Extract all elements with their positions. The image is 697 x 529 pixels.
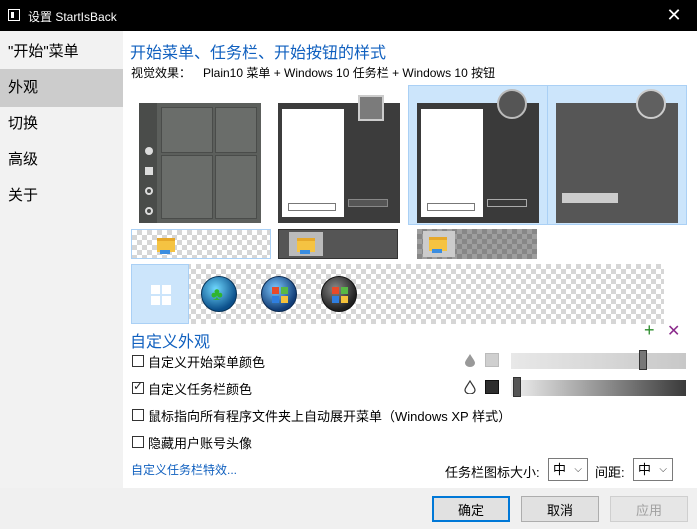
taskbar-style-dark[interactable] <box>278 229 398 259</box>
folder-icon <box>429 237 447 253</box>
gear-icon <box>145 187 153 195</box>
menu-style-windows7[interactable] <box>278 95 400 223</box>
option-label: 自定义任务栏颜色 <box>148 381 253 397</box>
folder-icon <box>157 238 175 254</box>
chevron-down-icon: ⌵ <box>574 464 582 475</box>
user-icon <box>636 89 666 119</box>
apply-button[interactable]: 应用 <box>610 496 688 522</box>
windows-logo-icon <box>151 285 171 305</box>
checkbox[interactable] <box>132 355 144 367</box>
title-bar: 设置 StartIsBack ✕ <box>0 0 697 31</box>
sidebar: "开始"菜单 外观 切换 高级 关于 <box>0 31 123 488</box>
start-button-styles: ♣ <box>131 264 664 324</box>
clover-icon: ♣ <box>211 284 223 304</box>
taskbar-style-glass[interactable] <box>417 229 537 259</box>
menu-style-plain10[interactable] <box>556 89 678 223</box>
menu-style-windows10[interactable] <box>139 103 261 223</box>
taskbar-effects-link[interactable]: 自定义任务栏特效... <box>131 461 237 478</box>
dialog-footer: 确定 取消 应用 <box>0 488 697 529</box>
windows-flag-icon <box>272 287 288 303</box>
taskbar-color-swatch[interactable] <box>485 380 499 394</box>
spacing-value: 中 <box>638 462 652 477</box>
sidebar-item-switching[interactable]: 切换 <box>0 105 123 143</box>
taskbar-style-transparent[interactable] <box>131 229 271 259</box>
plus-icon[interactable]: + <box>644 320 655 341</box>
power-icon <box>145 207 153 215</box>
start-button-windows7[interactable] <box>261 276 297 312</box>
window-icon <box>8 9 20 21</box>
icon-size-value: 中 <box>553 462 567 477</box>
sidebar-item-appearance[interactable]: 外观 <box>0 69 123 107</box>
slider-thumb[interactable] <box>513 377 521 397</box>
option-auto-expand-menu[interactable]: 鼠标指向所有程序文件夹上自动展开菜单（Windows XP 样式） <box>132 406 511 424</box>
user-icon <box>145 147 153 155</box>
ok-button[interactable]: 确定 <box>432 496 510 522</box>
visual-effect-label: 视觉效果： <box>131 66 192 80</box>
option-label: 自定义开始菜单颜色 <box>148 354 266 370</box>
custom-appearance-title: 自定义外观 <box>130 334 211 351</box>
user-icon <box>358 95 384 121</box>
icon-size-label: 任务栏图标大小: <box>445 465 540 480</box>
taskbar-opacity-slider[interactable] <box>511 377 686 397</box>
sidebar-item-advanced[interactable]: 高级 <box>0 141 123 179</box>
option-label: 隐藏用户账号头像 <box>148 435 253 451</box>
main-panel: 开始菜单、任务栏、开始按钮的样式 视觉效果： Plain10 菜单 + Wind… <box>123 31 697 488</box>
start-button-windows10[interactable] <box>131 264 189 324</box>
option-custom-taskbar-color[interactable]: 自定义任务栏颜色 <box>132 379 252 397</box>
checkbox[interactable] <box>132 409 144 421</box>
start-menu-opacity-slider[interactable] <box>511 350 686 370</box>
spacing-select[interactable]: 中 ⌵ <box>633 458 673 481</box>
icon-size-select[interactable]: 中 ⌵ <box>548 458 588 481</box>
start-button-vista[interactable] <box>321 276 357 312</box>
sidebar-item-about[interactable]: 关于 <box>0 177 123 215</box>
checkbox[interactable] <box>132 436 144 448</box>
checkbox[interactable] <box>132 379 144 394</box>
close-button[interactable]: ✕ <box>651 0 697 31</box>
x-icon[interactable]: ✕ <box>667 321 680 341</box>
option-label: 鼠标指向所有程序文件夹上自动展开菜单（Windows XP 样式） <box>148 408 512 424</box>
drop-icon <box>464 353 476 367</box>
cancel-button[interactable]: 取消 <box>521 496 599 522</box>
folder-icon <box>145 167 153 175</box>
chevron-down-icon: ⌵ <box>659 464 667 475</box>
menu-style-plain8[interactable] <box>417 89 539 223</box>
spacing-label: 间距: <box>595 465 625 480</box>
windows-flag-icon <box>332 287 348 303</box>
option-hide-user-avatar[interactable]: 隐藏用户账号头像 <box>132 433 252 451</box>
window-title: 设置 StartIsBack <box>28 10 117 24</box>
drop-icon <box>464 379 476 395</box>
user-icon <box>497 89 527 119</box>
visual-effect-value: Plain10 菜单 + Windows 10 任务栏 + Windows 10… <box>203 66 496 80</box>
folder-icon <box>297 238 315 254</box>
page-title: 开始菜单、任务栏、开始按钮的样式 <box>130 45 387 62</box>
start-button-clover[interactable]: ♣ <box>201 276 237 312</box>
option-custom-start-menu-color[interactable]: 自定义开始菜单颜色 <box>132 352 265 370</box>
sidebar-item-start-menu[interactable]: "开始"菜单 <box>0 33 123 71</box>
start-menu-color-swatch[interactable] <box>485 353 499 367</box>
slider-thumb[interactable] <box>639 350 647 370</box>
